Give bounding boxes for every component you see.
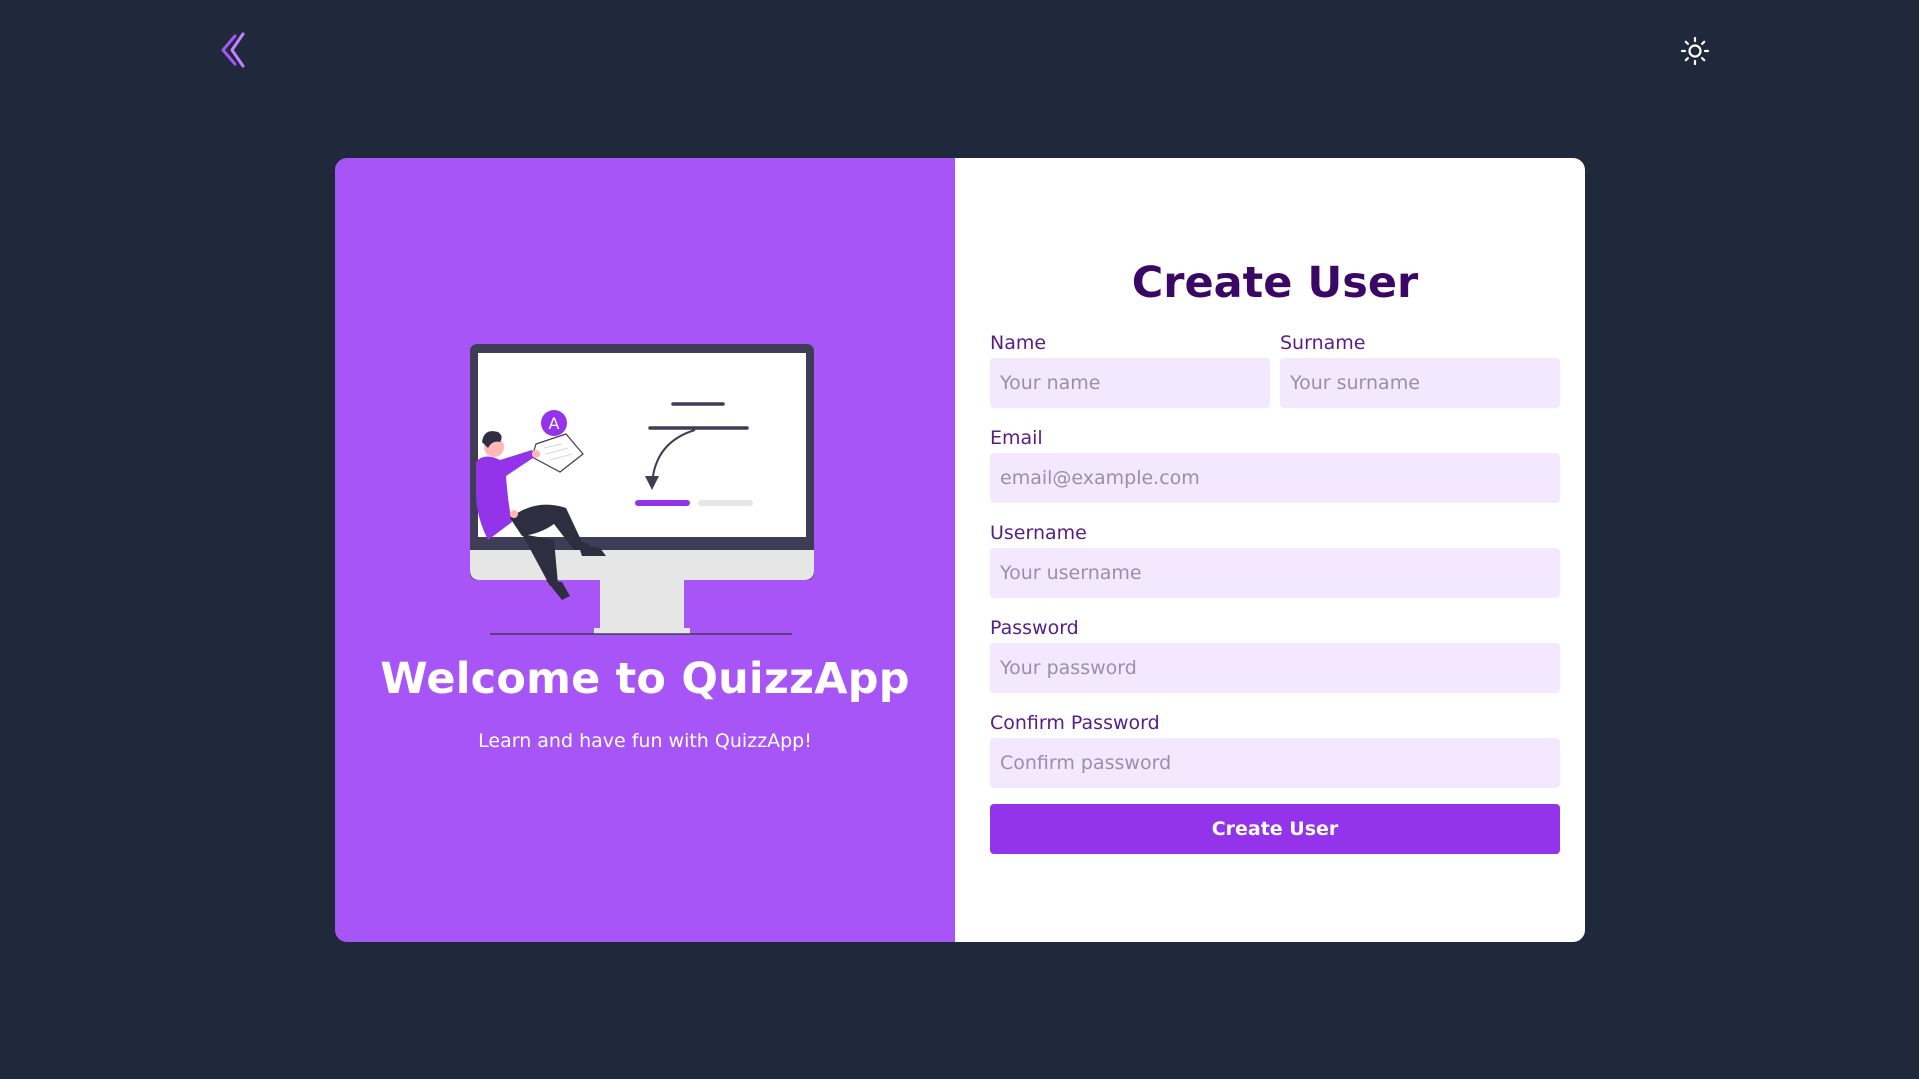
signup-card: A Welcome to QuizzApp Learn and have fun… [335,158,1585,942]
form-title: Create User [1131,258,1419,308]
welcome-title: Welcome to QuizzApp [380,654,910,704]
theme-toggle-sun-icon[interactable] [1680,36,1710,66]
welcome-subtitle: Learn and have fun with QuizzApp! [478,730,812,752]
email-input[interactable] [990,453,1560,503]
username-input[interactable] [990,548,1560,598]
surname-label: Surname [1280,332,1366,354]
illustration-badge-letter: A [549,414,560,433]
password-label: Password [990,617,1079,639]
name-label: Name [990,332,1047,354]
welcome-panel: A Welcome to QuizzApp Learn and have fun… [335,158,955,942]
create-user-button[interactable]: Create User [990,804,1560,854]
password-input[interactable] [990,643,1560,693]
name-input[interactable] [990,358,1270,408]
logo-icon[interactable] [219,32,249,68]
confirm-password-label: Confirm Password [990,712,1160,734]
confirm-password-input[interactable] [990,738,1560,788]
monitor-illustration: A [470,344,820,644]
email-label: Email [990,427,1043,449]
surname-input[interactable] [1280,358,1560,408]
username-label: Username [990,522,1087,544]
